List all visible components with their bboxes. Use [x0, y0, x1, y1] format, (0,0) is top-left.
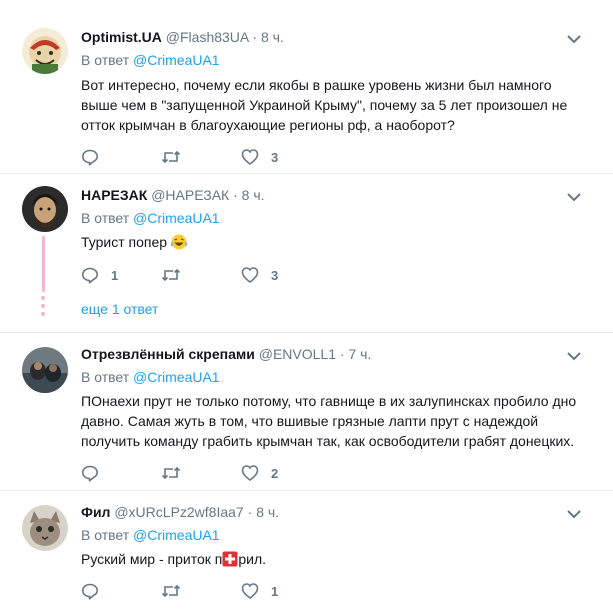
like-button[interactable]: 3 [241, 147, 278, 167]
reply-count: 1 [111, 267, 119, 283]
retweet-button[interactable] [161, 581, 181, 601]
reply-icon [82, 267, 98, 284]
tweet-text-part: рил. [238, 551, 267, 567]
reply-context: В ответ @CrimeaUA1 [81, 50, 220, 70]
reply-context: В ответ @CrimeaUA1 [81, 208, 220, 228]
like-count: 1 [271, 583, 279, 599]
reply-button[interactable]: 1 [81, 265, 118, 285]
avatar[interactable] [22, 186, 68, 232]
retweet-icon [161, 584, 181, 598]
chevron-down-icon[interactable] [567, 192, 581, 202]
laughing-emoji-icon [170, 234, 187, 250]
user-handle[interactable]: @Flash83UA [166, 29, 249, 45]
like-count: 3 [271, 149, 279, 165]
reply-icon [82, 583, 98, 600]
retweet-icon [161, 268, 181, 282]
tweet-actions: 1 3 [81, 265, 481, 285]
like-count: 3 [271, 267, 279, 283]
tweet-text-content: Турист попер [81, 234, 168, 250]
tweet-text: Вот интересно, почему если якобы в рашке… [81, 77, 568, 133]
reply-button[interactable] [81, 463, 99, 483]
tweet-header: Отрезвлённый скрепами @ENVOLL1 · 7 ч. [81, 344, 371, 364]
tweet-text: Турист попер [81, 232, 591, 252]
like-count: 2 [271, 465, 279, 481]
user-handle[interactable]: @НАРЕЗАК [151, 187, 229, 203]
like-button[interactable]: 2 [241, 463, 278, 483]
display-name[interactable]: Отрезвлённый скрепами [81, 346, 255, 362]
display-name[interactable]: Optimist.UA [81, 29, 162, 45]
reply-icon [82, 149, 98, 166]
like-button[interactable]: 3 [241, 265, 278, 285]
tweet[interactable]: Фил @xURcLPz2wf8Iaa7 · 8 ч. В ответ @Cri… [0, 491, 613, 610]
reply-context: В ответ @CrimeaUA1 [81, 525, 220, 545]
reply-icon [82, 465, 98, 482]
timestamp[interactable]: 7 ч. [348, 346, 371, 362]
heart-icon [241, 583, 259, 599]
tweet-actions: 3 [81, 147, 481, 167]
display-name[interactable]: Фил [81, 504, 110, 520]
reply-button[interactable] [81, 581, 99, 601]
display-name[interactable]: НАРЕЗАК [81, 187, 147, 203]
user-handle[interactable]: @xURcLPz2wf8Iaa7 [114, 504, 243, 520]
chevron-down-icon[interactable] [567, 509, 581, 519]
heart-icon [241, 149, 259, 165]
tweet-header: Фил @xURcLPz2wf8Iaa7 · 8 ч. [81, 502, 279, 522]
reply-button[interactable] [81, 147, 99, 167]
timestamp[interactable]: 8 ч. [261, 29, 284, 45]
heart-icon [241, 465, 259, 481]
tweet-header: Optimist.UA @Flash83UA · 8 ч. [81, 27, 284, 47]
tweet-actions: 2 [81, 463, 481, 483]
retweet-icon [161, 466, 181, 480]
tweet-text-part: Руский мир - приток п [81, 551, 223, 567]
reply-prefix: В ответ [81, 210, 130, 226]
avatar[interactable] [22, 347, 68, 393]
heart-icon [241, 267, 259, 283]
separator-dot: · [339, 346, 345, 362]
tweet-text: Руский мир - приток п рил. [81, 549, 591, 569]
reply-prefix: В ответ [81, 527, 130, 543]
reply-to-link[interactable]: @CrimeaUA1 [133, 369, 220, 385]
reply-to-link[interactable]: @CrimeaUA1 [133, 210, 220, 226]
avatar[interactable] [22, 505, 68, 551]
timestamp[interactable]: 8 ч. [256, 504, 279, 520]
tweet-header: НАРЕЗАК @НАРЕЗАК · 8 ч. [81, 185, 265, 205]
reply-prefix: В ответ [81, 369, 130, 385]
chevron-down-icon[interactable] [567, 351, 581, 361]
separator-dot: · [247, 504, 253, 520]
reply-to-link[interactable]: @CrimeaUA1 [133, 52, 220, 68]
show-more-replies-link[interactable]: еще 1 ответ [81, 299, 158, 319]
reply-to-link[interactable]: @CrimeaUA1 [133, 527, 220, 543]
tweet[interactable]: Optimist.UA @Flash83UA · 8 ч. В ответ @C… [0, 0, 613, 174]
retweet-icon [161, 150, 181, 164]
user-handle[interactable]: @ENVOLL1 [259, 346, 336, 362]
replies-feed: Optimist.UA @Flash83UA · 8 ч. В ответ @C… [0, 0, 613, 610]
swiss-flag-emoji-icon [222, 551, 238, 567]
separator-dot: · [233, 187, 238, 203]
tweet-actions: 1 [81, 581, 481, 601]
timestamp[interactable]: 8 ч. [242, 187, 265, 203]
thread-connector [42, 236, 45, 292]
like-button[interactable]: 1 [241, 581, 278, 601]
retweet-button[interactable] [161, 463, 181, 483]
tweet-text: ПОнаехи прут не только потому, что гавни… [81, 393, 577, 449]
retweet-button[interactable] [161, 265, 181, 285]
tweet[interactable]: НАРЕЗАК @НАРЕЗАК · 8 ч. В ответ @CrimeaU… [0, 174, 613, 333]
separator-dot: · [252, 29, 258, 45]
reply-prefix: В ответ [81, 52, 130, 68]
avatar[interactable] [22, 28, 68, 74]
thread-dots [41, 296, 45, 320]
chevron-down-icon[interactable] [567, 34, 581, 44]
retweet-button[interactable] [161, 147, 181, 167]
tweet[interactable]: Отрезвлённый скрепами @ENVOLL1 · 7 ч. В … [0, 333, 613, 491]
reply-context: В ответ @CrimeaUA1 [81, 367, 220, 387]
